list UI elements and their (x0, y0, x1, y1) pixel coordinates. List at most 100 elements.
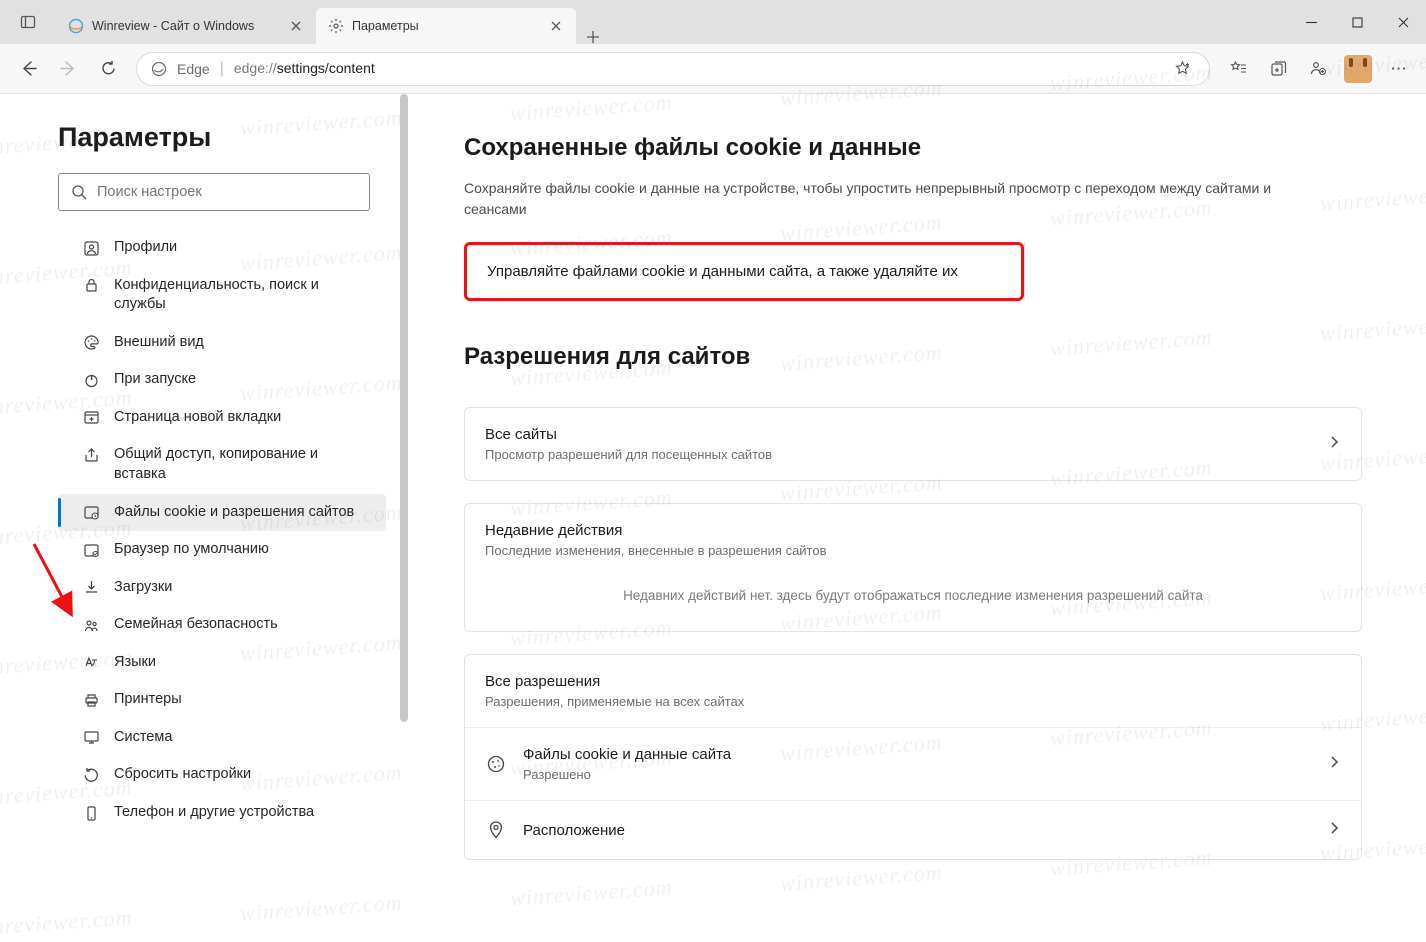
more-horizontal-icon (1390, 60, 1407, 77)
person-icon (1310, 60, 1327, 77)
family-icon (82, 616, 100, 634)
add-favorite-button[interactable] (1169, 51, 1195, 87)
close-icon (1398, 17, 1409, 28)
nav-newtab[interactable]: Страница новой вкладки (58, 399, 386, 437)
nav-label: Файлы cookie и разрешения сайтов (114, 503, 354, 523)
url-scheme-label: Edge (177, 61, 210, 77)
close-window-button[interactable] (1380, 0, 1426, 44)
minimize-button[interactable] (1288, 0, 1334, 44)
toolbar: Edge | edge://settings/content (0, 44, 1426, 94)
favicon-settings (328, 18, 344, 34)
favicon-winreview (68, 18, 84, 34)
nav-label: Языки (114, 653, 156, 673)
location-icon (485, 819, 507, 841)
palette-icon (82, 334, 100, 352)
content: Параметры Профили Конфиденциальность, по… (0, 94, 1426, 942)
all-sites-card[interactable]: Все сайты Просмотр разрешений для посеще… (464, 407, 1362, 481)
default-browser-icon (82, 541, 100, 559)
collections-button[interactable] (1260, 51, 1296, 87)
tab-strip: Winreview - Сайт о Windows Параметры (56, 0, 610, 44)
nav-appearance[interactable]: Внешний вид (58, 324, 386, 362)
cookie-icon (485, 753, 507, 775)
nav-startup[interactable]: При запуске (58, 361, 386, 399)
nav-reset[interactable]: Сбросить настройки (58, 756, 386, 794)
row-title: Все разрешения (485, 673, 744, 690)
nav-languages[interactable]: Языки (58, 644, 386, 682)
profile-avatar[interactable] (1344, 55, 1372, 83)
nav-label: Профили (114, 238, 177, 258)
row-subtitle: Последние изменения, внесенные в разреше… (485, 543, 827, 558)
tab-title: Winreview - Сайт о Windows (92, 19, 254, 33)
row-title: Управляйте файлами cookie и данными сайт… (487, 263, 958, 280)
permission-location-row[interactable]: Расположение (465, 801, 1361, 859)
manage-cookies-row-highlighted: Управляйте файлами cookie и данными сайт… (464, 242, 1362, 301)
settings-main: Сохраненные файлы cookie и данные Сохран… (400, 94, 1426, 942)
plus-icon (586, 30, 600, 44)
settings-search[interactable] (58, 173, 370, 211)
url-separator: | (220, 60, 224, 78)
forward-button[interactable] (50, 51, 86, 87)
nav-phone-claude[interactable]: Телефон и другие устройства (58, 794, 386, 832)
close-icon (291, 21, 301, 31)
chevron-right-icon (1327, 755, 1341, 774)
settings-sidebar: Параметры Профили Конфиденциальность, по… (0, 94, 400, 942)
annotation-highlight: Управляйте файлами cookie и данными сайт… (464, 242, 1024, 301)
section-cookies-subtitle: Сохраняйте файлы cookie и данные на устр… (464, 178, 1284, 220)
nav-label: Загрузки (114, 578, 172, 598)
row-title: Файлы cookie и данные сайта (523, 746, 731, 763)
edge-scheme-icon (151, 61, 167, 77)
window-controls (1288, 0, 1426, 44)
collections-icon (1270, 60, 1287, 77)
row-subtitle: Разрешено (523, 767, 731, 782)
chevron-right-icon (1327, 821, 1341, 840)
tab-title: Параметры (352, 19, 419, 33)
manage-cookies-row[interactable]: Управляйте файлами cookie и данными сайт… (467, 245, 1021, 298)
tab-close-button[interactable] (288, 18, 304, 34)
tab-settings[interactable]: Параметры (316, 8, 576, 44)
arrow-left-icon (20, 60, 37, 77)
app-menu-button[interactable] (1380, 51, 1416, 87)
manage-cookies-row-tail[interactable] (1024, 242, 1025, 301)
star-plus-icon (1174, 60, 1191, 77)
profile-icon (82, 239, 100, 257)
nav-family[interactable]: Семейная безопасность (58, 606, 386, 644)
printer-icon (82, 691, 100, 709)
nav-share-copy-paste[interactable]: Общий доступ, копирование и вставка (58, 436, 386, 493)
refresh-button[interactable] (90, 51, 126, 87)
recent-empty-text: Недавних действий нет. здесь будут отобр… (465, 564, 1361, 631)
lock-icon (82, 277, 100, 295)
row-title: Расположение (523, 822, 625, 839)
settings-search-input[interactable] (97, 184, 357, 200)
nav-default-browser[interactable]: Браузер по умолчанию (58, 531, 386, 569)
section-permissions-title: Разрешения для сайтов (464, 343, 1362, 371)
nav-downloads[interactable]: Загрузки (58, 569, 386, 607)
nav-label: Внешний вид (114, 333, 204, 353)
nav-label: Общий доступ, копирование и вставка (114, 445, 370, 484)
system-icon (82, 729, 100, 747)
address-bar[interactable]: Edge | edge://settings/content (136, 52, 1210, 86)
permission-cookies-row[interactable]: Файлы cookie и данные сайта Разрешено (465, 728, 1361, 801)
arrow-right-icon (60, 60, 77, 77)
maximize-button[interactable] (1334, 0, 1380, 44)
back-button[interactable] (10, 51, 46, 87)
settings-nav: Профили Конфиденциальность, поиск и служ… (0, 229, 400, 832)
nav-label: Сбросить настройки (114, 765, 251, 785)
tab-actions-button[interactable] (0, 0, 56, 44)
tab-winreview[interactable]: Winreview - Сайт о Windows (56, 8, 316, 44)
profile-switcher-button[interactable] (1300, 51, 1336, 87)
permissions-icon (82, 504, 100, 522)
tab-close-button[interactable] (548, 18, 564, 34)
nav-label: Конфиденциальность, поиск и службы (114, 276, 370, 315)
favorites-button[interactable] (1220, 51, 1256, 87)
row-title: Все сайты (485, 426, 772, 443)
nav-profiles[interactable]: Профили (58, 229, 386, 267)
nav-system[interactable]: Система (58, 719, 386, 757)
nav-printers[interactable]: Принтеры (58, 681, 386, 719)
nav-cookies-permissions[interactable]: Файлы cookie и разрешения сайтов (58, 494, 386, 532)
new-tab-button[interactable] (576, 30, 610, 44)
nav-label: При запуске (114, 370, 196, 390)
download-icon (82, 579, 100, 597)
nav-label: Семейная безопасность (114, 615, 278, 635)
nav-privacy[interactable]: Конфиденциальность, поиск и службы (58, 267, 386, 324)
url-text: edge://settings/content (234, 60, 375, 78)
